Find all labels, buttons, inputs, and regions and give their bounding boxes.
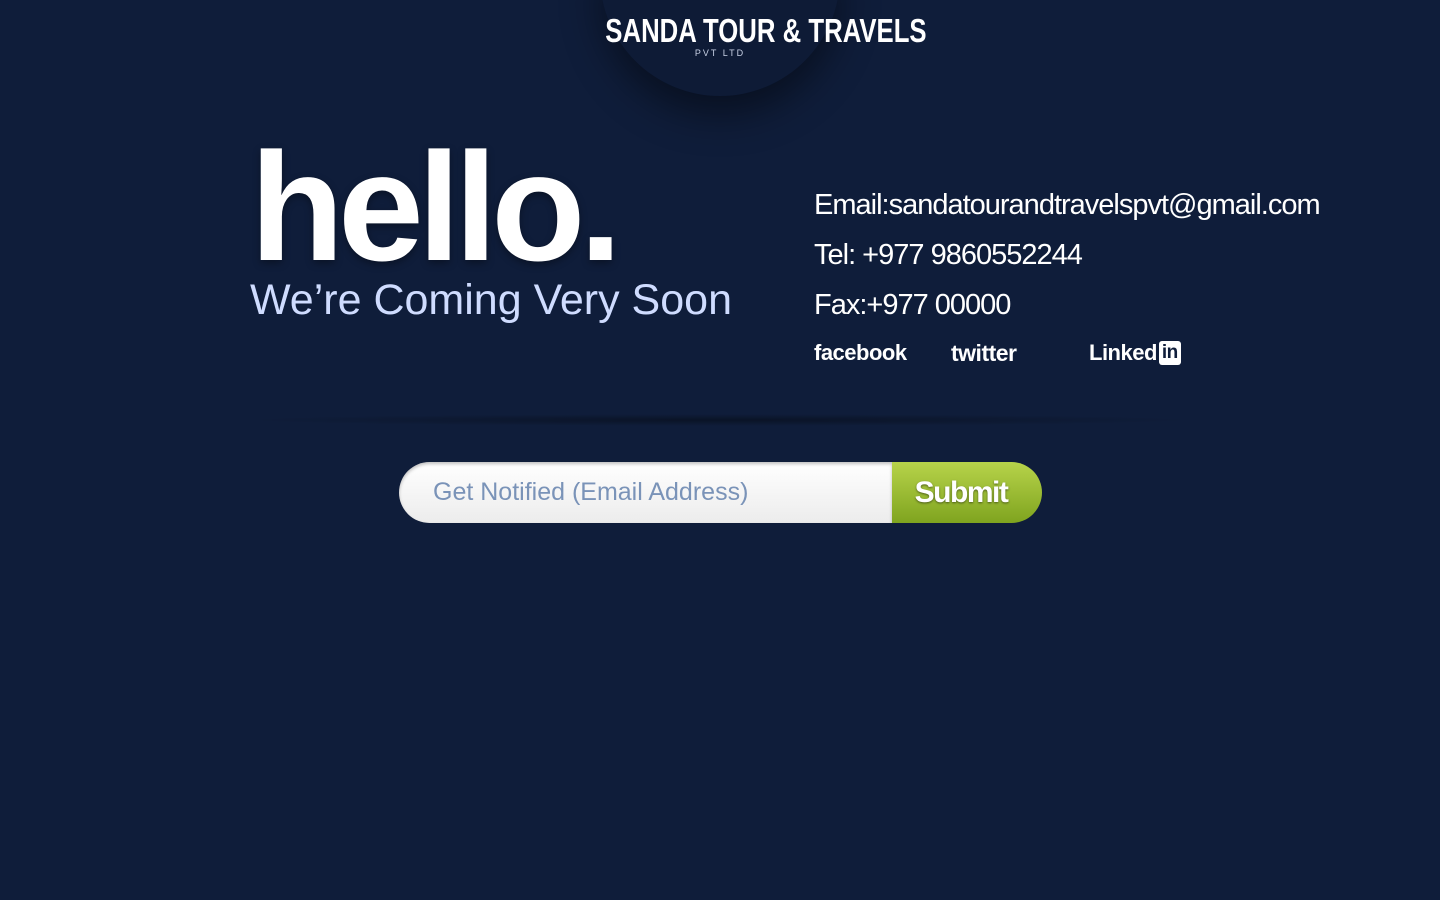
contact-tel: Tel: +977 9860552244: [814, 239, 1083, 271]
divider: [240, 414, 1200, 426]
linkedin-text: Linked: [1089, 340, 1157, 365]
email-input[interactable]: [399, 462, 892, 523]
contact-email: Email:sandatourandtravelspvt@gmail.com: [814, 189, 1321, 221]
coming-soon-page: SANDA TOUR & TRAVELS PVT LTD hello. We’r…: [0, 0, 1440, 900]
linkedin-link[interactable]: Linked in: [1089, 336, 1181, 370]
logo[interactable]: SANDA TOUR & TRAVELS PVT LTD: [560, 12, 926, 58]
twitter-link[interactable]: twitter: [951, 336, 1089, 370]
linkedin-icon: in: [1158, 341, 1181, 365]
contact-fax: Fax:+977 00000: [814, 289, 1011, 321]
logo-title: SANDA TOUR & TRAVELS: [605, 12, 927, 49]
social-links: facebook twitter Linked in: [814, 336, 1181, 370]
headline: hello.: [250, 121, 622, 293]
contact-info: Email:sandatourandtravelspvt@gmail.com T…: [814, 180, 1321, 330]
submit-button[interactable]: Submit: [892, 462, 1042, 523]
notify-form: Submit: [399, 462, 1042, 523]
facebook-link[interactable]: facebook: [814, 336, 951, 370]
coming-soon-subtitle: We’re Coming Very Soon: [250, 276, 732, 324]
